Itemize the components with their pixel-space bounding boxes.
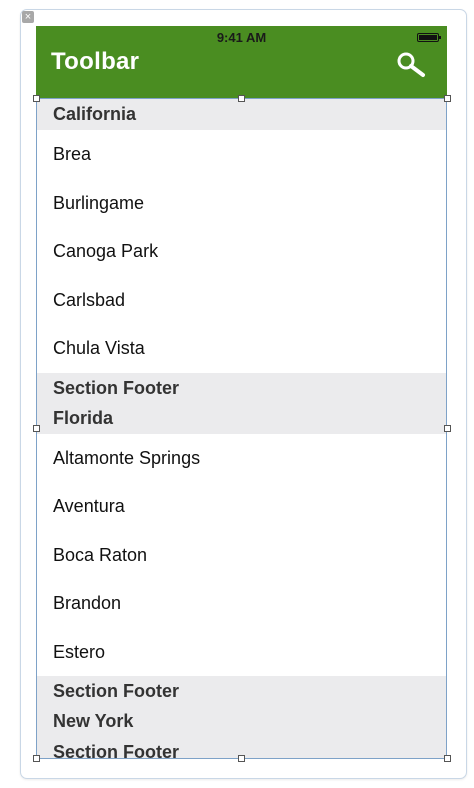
list-item[interactable]: Boca Raton — [36, 530, 447, 579]
section-header: California — [36, 99, 447, 130]
status-time: 9:41 AM — [216, 30, 267, 45]
phone-screen: 9:41 AM Toolbar California Brea Burlingame… — [36, 26, 447, 759]
section-header: Florida — [36, 402, 447, 434]
resize-handle-top-left[interactable] — [33, 95, 40, 102]
resize-handle-top-center[interactable] — [238, 95, 245, 102]
list-item[interactable]: Brandon — [36, 579, 447, 628]
section-header: New York — [36, 706, 447, 737]
list-item[interactable]: Estero — [36, 627, 447, 676]
list-item[interactable]: Aventura — [36, 482, 447, 531]
resize-handle-bottom-right[interactable] — [444, 755, 451, 762]
resize-handle-middle-right[interactable] — [444, 425, 451, 432]
list-item[interactable]: Carlsbad — [36, 275, 447, 324]
list-item[interactable]: Brea — [36, 130, 447, 179]
resize-handle-bottom-left[interactable] — [33, 755, 40, 762]
resize-handle-bottom-center[interactable] — [238, 755, 245, 762]
resize-handle-middle-left[interactable] — [33, 425, 40, 432]
resize-handle-top-right[interactable] — [444, 95, 451, 102]
list-item[interactable]: Altamonte Springs — [36, 433, 447, 482]
close-icon[interactable]: × — [22, 11, 34, 23]
list-item[interactable]: Chula Vista — [36, 324, 447, 373]
section-footer: Section Footer — [36, 372, 447, 403]
list-item[interactable]: Canoga Park — [36, 227, 447, 276]
search-icon[interactable] — [395, 51, 427, 79]
toolbar: 9:41 AM Toolbar — [36, 26, 447, 99]
canvas: × 9:41 AM Toolbar California Brea Burlinga… — [0, 0, 474, 788]
table-view[interactable]: California Brea Burlingame Canoga Park Carls… — [36, 99, 447, 759]
section-footer: Section Footer — [36, 676, 447, 706]
list-item[interactable]: Burlingame — [36, 178, 447, 227]
toolbar-title: Toolbar — [51, 48, 140, 75]
battery-icon — [417, 33, 441, 42]
